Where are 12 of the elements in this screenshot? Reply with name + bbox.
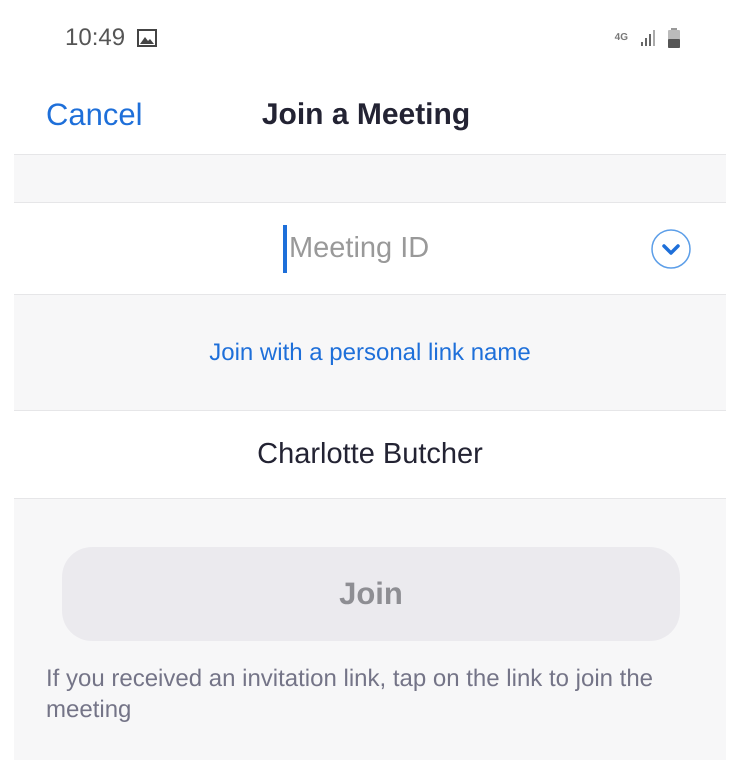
- image-icon: [137, 29, 158, 47]
- network-type: 4G: [614, 33, 628, 43]
- status-time: 10:49: [65, 24, 126, 52]
- cancel-button[interactable]: Cancel: [46, 97, 142, 133]
- name-field[interactable]: Charlotte Butcher: [257, 438, 483, 471]
- signal-icon: [640, 29, 656, 47]
- meeting-id-field[interactable]: Meeting ID: [283, 224, 457, 272]
- battery-icon: [668, 28, 680, 48]
- hint-text: If you received an invitation link, tap on the link to join the meeting: [46, 664, 654, 725]
- screen-title: Join a Meeting: [262, 98, 470, 132]
- personal-link-name-link[interactable]: Join with a personal link name: [209, 338, 531, 366]
- dropdown-icon[interactable]: [650, 228, 692, 270]
